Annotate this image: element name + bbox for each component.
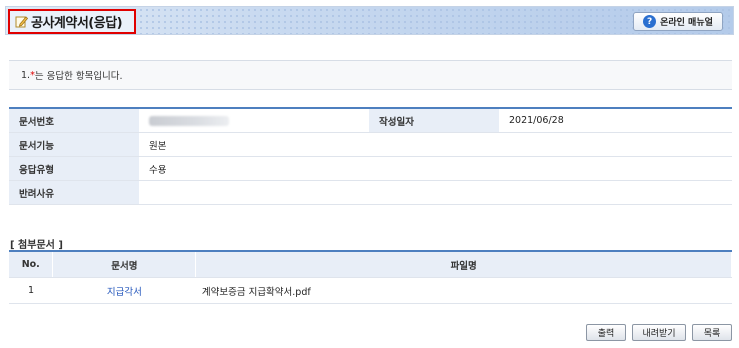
notice-bar: 1. * 는 응답한 항목입니다. [9, 60, 732, 90]
response-type-value: 수용 [139, 156, 732, 181]
online-manual-button[interactable]: ? 온라인 매뉴얼 [633, 12, 723, 31]
doc-function-row: 문서기능 원본 [9, 132, 732, 157]
response-type-row: 응답유형 수용 [9, 156, 732, 181]
page-header: 공사계약서(응답) ? 온라인 매뉴얼 [5, 6, 734, 35]
doc-number-label: 문서번호 [9, 108, 139, 133]
attachments-title: [ 첨부문서 ] [10, 240, 63, 251]
attachment-doc-link[interactable]: 지급각서 [107, 287, 142, 298]
date-label: 작성일자 [369, 108, 499, 133]
doc-function-value: 원본 [139, 132, 732, 157]
action-buttons: 출력 내려받기 목록 [586, 324, 732, 341]
reject-reason-label: 반려사유 [9, 180, 139, 205]
doc-function-label: 문서기능 [9, 132, 139, 157]
download-button[interactable]: 내려받기 [632, 324, 686, 341]
print-button[interactable]: 출력 [586, 324, 626, 341]
page-title: 공사계약서(응답) [31, 16, 123, 31]
reject-reason-value [139, 180, 732, 205]
col-doc-name: 문서명 [52, 251, 197, 278]
notice-text: 는 응답한 항목입니다. [34, 71, 123, 82]
page-title-box: 공사계약서(응답) [8, 9, 136, 34]
attachment-doc-name-cell: 지급각서 [52, 277, 196, 304]
online-manual-label: 온라인 매뉴얼 [660, 18, 713, 28]
redacted-doc-number [149, 115, 229, 126]
reject-reason-row: 반려사유 [9, 180, 732, 205]
doc-number-value [139, 108, 369, 133]
col-file-name: 파일명 [195, 251, 732, 278]
doc-number-row: 문서번호 작성일자 2021/06/28 [9, 108, 732, 133]
attachment-file-name[interactable]: 계약보증금 지급확약서.pdf [195, 277, 732, 304]
question-icon: ? [643, 15, 657, 28]
col-no: No. [9, 251, 54, 278]
attachments-table: No. 문서명 파일명 1 지급각서 계약보증금 지급확약서.pdf [9, 250, 732, 304]
list-button[interactable]: 목록 [692, 324, 732, 341]
response-type-label: 응답유형 [9, 156, 139, 181]
document-info-table: 문서번호 작성일자 2021/06/28 문서기능 원본 응답유형 수용 반려사… [9, 107, 732, 205]
notice-prefix: 1. [21, 69, 31, 81]
attachment-no: 1 [9, 277, 53, 304]
table-row: 1 지급각서 계약보증금 지급확약서.pdf [9, 277, 732, 304]
document-edit-icon [15, 15, 29, 28]
date-value: 2021/06/28 [499, 108, 732, 133]
attachments-header-row: No. 문서명 파일명 [9, 251, 732, 278]
